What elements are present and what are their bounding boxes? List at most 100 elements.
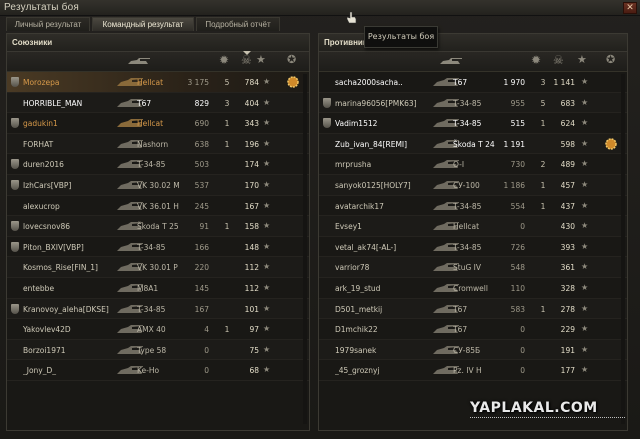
hand-cursor-icon (347, 12, 357, 24)
tab-personal-result[interactable]: Личный результат (6, 17, 90, 31)
player-row[interactable]: Kranovoy_aleha[DKSE] T-34-85 167 101 ★ (7, 299, 309, 320)
player-row[interactable]: vetal_ak74[-AL-] T-34-85 726 393 ★ (319, 237, 627, 258)
player-name: _45_groznyj (335, 366, 380, 376)
damage-column-icon[interactable]: ✹ (219, 53, 229, 67)
allies-panel: Союзники ✹ ☠ ★ ✪ Morozepa Hellcat 3 175 5 78… (6, 33, 310, 431)
xp-star-icon: ★ (581, 159, 589, 169)
damage-value: 829 (194, 98, 209, 108)
frags-column-icon[interactable]: ☠ (553, 53, 564, 67)
xp-star-icon: ★ (581, 77, 589, 86)
xp-value: 75 (249, 345, 259, 355)
player-row[interactable]: D1mchik22 T67 0 229 ★ (319, 319, 627, 340)
xp-star-icon: ★ (263, 138, 271, 148)
xp-value: 489 (560, 160, 575, 170)
damage-value: 0 (520, 345, 525, 355)
player-row[interactable]: ark_19_stud Cromwell 110 328 ★ (319, 278, 627, 299)
xp-star-icon: ★ (263, 303, 271, 313)
damage-column-icon[interactable]: ✹ (531, 53, 541, 67)
player-row[interactable]: lovecsnov86 Škoda T 25 91 1 158 ★ (7, 216, 309, 237)
player-row[interactable]: varrior78 StuG IV 548 361 ★ (319, 257, 627, 278)
tank-column-icon[interactable] (125, 55, 151, 67)
watermark: YAPLAKAL.COM (470, 400, 598, 416)
player-row[interactable]: marina96056[PMK63] T-34-85 955 5 683 ★ (319, 93, 627, 114)
window-title: Результаты боя (4, 2, 79, 13)
medals-column-icon[interactable]: ✪ (287, 53, 296, 66)
damage-value: 726 (510, 242, 525, 252)
xp-value: 148 (244, 242, 259, 252)
medals-column-icon[interactable]: ✪ (606, 53, 615, 66)
medal-icon[interactable] (603, 136, 619, 152)
xp-column-icon[interactable]: ★ (577, 53, 587, 66)
player-name: _Jony_D_ (23, 366, 57, 376)
xp-star-icon: ★ (581, 344, 589, 354)
medal-icon[interactable] (285, 74, 301, 90)
player-row[interactable]: alexucrop VK 36.01 H 245 167 ★ (7, 196, 309, 217)
xp-star-icon: ★ (581, 365, 589, 375)
player-row[interactable]: 1979sanek СУ-85Б 0 191 ★ (319, 340, 627, 361)
tank-name: Hellcat (453, 222, 480, 232)
player-row[interactable]: HORRIBLE_MAN T67 829 3 404 ★ (7, 93, 309, 114)
xp-value: 361 (560, 263, 575, 273)
player-row[interactable]: Borzoi1971 Type 58 0 75 ★ (7, 340, 309, 361)
medal[interactable] (603, 136, 619, 154)
damage-value: 0 (204, 366, 209, 376)
player-row[interactable]: mrprusha O-I 730 2 489 ★ (319, 154, 627, 175)
player-row[interactable]: Vadim1512 T-34-85 515 1 624 ★ (319, 113, 627, 134)
player-name: Morozepa (23, 78, 60, 87)
player-name: ark_19_stud (335, 284, 381, 293)
damage-value: 4 (204, 325, 209, 335)
xp-value: 343 (244, 119, 259, 129)
damage-value: 145 (194, 284, 209, 293)
damage-value: 0 (520, 366, 525, 376)
player-name: gadukin1 (23, 119, 58, 129)
player-name: entebbe (23, 284, 55, 293)
player-row[interactable]: Morozepa Hellcat 3 175 5 784 ★ (7, 72, 309, 93)
tab-team-result[interactable]: Командный результат (92, 17, 194, 31)
player-row[interactable]: _45_groznyj Pz. IV H 0 177 ★ (319, 360, 627, 381)
player-row[interactable]: D501_metkij T67 583 1 278 ★ (319, 299, 627, 320)
tank-name: Škoda T 25 (137, 222, 179, 232)
player-row[interactable]: duren2016 T-34-85 503 174 ★ (7, 154, 309, 175)
allies-scrollbar[interactable] (303, 74, 307, 424)
player-name: varrior78 (335, 263, 370, 273)
player-row[interactable]: Piton_BXIV[VBP] T-34-85 166 148 ★ (7, 237, 309, 258)
tank-name: VK 36.01 H (137, 201, 179, 211)
title-bar[interactable]: Результаты боя ✕ (0, 0, 640, 16)
player-row[interactable]: Evsey1 Hellcat 0 430 ★ (319, 216, 627, 237)
damage-value: 690 (194, 119, 209, 129)
player-row[interactable]: gadukin1 Hellcat 690 1 343 ★ (7, 113, 309, 134)
tank-column-icon[interactable] (437, 55, 463, 67)
sort-down-icon[interactable] (242, 50, 252, 56)
tank-name: T67 (453, 78, 468, 87)
tank-name: AMX 40 (137, 325, 166, 335)
enemies-scrollbar[interactable] (621, 74, 625, 424)
allies-header: Союзники (7, 34, 309, 52)
medal[interactable] (285, 74, 301, 92)
allies-title: Союзники (12, 38, 53, 47)
player-name: lovecsnov86 (23, 222, 71, 232)
xp-star-icon: ★ (263, 97, 271, 107)
player-row[interactable]: _Jony_D_ Ke-Ho 0 68 ★ (7, 360, 309, 381)
xp-star-icon: ★ (263, 365, 271, 375)
player-name: marina96056[PMK63] (335, 98, 417, 108)
player-row[interactable]: IzhCars[VBP] VK 30.02 M 537 170 ★ (7, 175, 309, 196)
player-row[interactable]: sacha2000sacha.. T67 1 970 3 1 141 ★ (319, 72, 627, 93)
close-button[interactable]: ✕ (623, 2, 637, 14)
xp-star-icon: ★ (263, 159, 271, 169)
damage-value: 1 186 (503, 181, 525, 190)
player-row[interactable]: Kosmos_Rise[FIN_1] VK 30.01 P 220 112 ★ (7, 257, 309, 278)
xp-value: 683 (560, 98, 575, 108)
player-row[interactable]: sanyok0125[HOLY7] СУ-100 1 186 1 457 ★ (319, 175, 627, 196)
xp-column-icon[interactable]: ★ (256, 53, 266, 66)
player-row[interactable]: entebbe M8A1 145 112 ★ (7, 278, 309, 299)
xp-value: 457 (560, 181, 575, 190)
player-name: Zub_ivan_84[REMI] (335, 139, 408, 149)
player-row[interactable]: Yakovlev42D AMX 40 4 1 97 ★ (7, 319, 309, 340)
tab-detailed-report[interactable]: Подробный отчёт (196, 17, 280, 31)
xp-star-icon: ★ (263, 118, 271, 128)
player-row[interactable]: FORHAT Nashorn 638 1 196 ★ (7, 134, 309, 155)
xp-value: 191 (560, 345, 575, 355)
player-row[interactable]: Zub_ivan_84[REMI] Škoda T 24 1 191 598 ★ (319, 134, 627, 155)
platoon-badge-icon (11, 77, 19, 87)
player-row[interactable]: avatarchik17 T-34-85 554 1 437 ★ (319, 196, 627, 217)
